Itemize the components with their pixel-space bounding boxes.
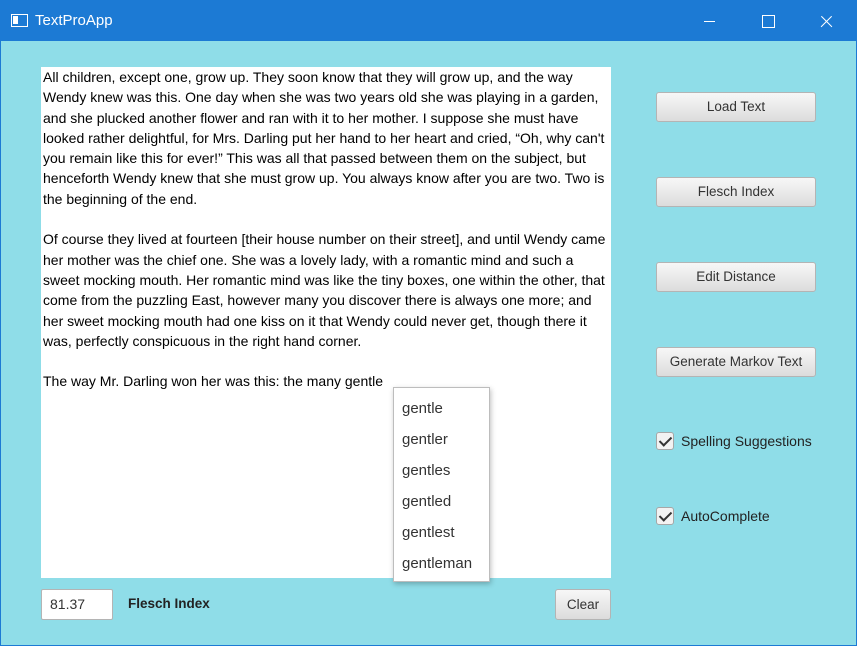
window-title: TextProApp [35, 12, 113, 29]
paragraph-2: Of course they lived at fourteen [their … [43, 231, 610, 349]
checkbox-checked-icon[interactable] [656, 432, 674, 450]
autocomplete-popup: gentle gentler gentles gentled gentlest … [393, 387, 490, 582]
edit-distance-button[interactable]: Edit Distance [656, 262, 816, 292]
text-editor[interactable]: All children, except one, grow up. They … [41, 67, 611, 578]
close-icon[interactable] [803, 1, 849, 41]
autocomplete-option[interactable]: gentled [394, 487, 489, 518]
paragraph-1: All children, except one, grow up. They … [43, 69, 609, 207]
checkbox-checked-icon[interactable] [656, 507, 674, 525]
flesch-index-field[interactable]: 81.37 [41, 589, 113, 620]
maximize-icon[interactable] [744, 1, 790, 41]
paragraph-3: The way Mr. Darling won her was this: th… [43, 373, 384, 390]
autocomplete-option[interactable]: gentle [394, 394, 489, 425]
autocomplete-option[interactable]: gentleman [394, 549, 489, 580]
generate-markov-text-button[interactable]: Generate Markov Text [656, 347, 816, 377]
flesch-index-button[interactable]: Flesch Index [656, 177, 816, 207]
flesch-index-label: Flesch Index [128, 596, 210, 611]
autocomplete-label: AutoComplete [681, 508, 770, 524]
spelling-suggestions-label: Spelling Suggestions [681, 433, 812, 449]
minimize-icon[interactable] [687, 1, 733, 41]
autocomplete-option[interactable]: gentler [394, 425, 489, 456]
autocomplete-option[interactable]: gentles [394, 456, 489, 487]
app-window-icon [11, 14, 28, 27]
load-text-button[interactable]: Load Text [656, 92, 816, 122]
title-bar[interactable]: TextProApp [1, 1, 856, 41]
clear-button[interactable]: Clear [555, 589, 611, 620]
autocomplete-option[interactable]: gentlest [394, 518, 489, 549]
app-window: TextProApp All children, except one, gro… [0, 0, 857, 646]
